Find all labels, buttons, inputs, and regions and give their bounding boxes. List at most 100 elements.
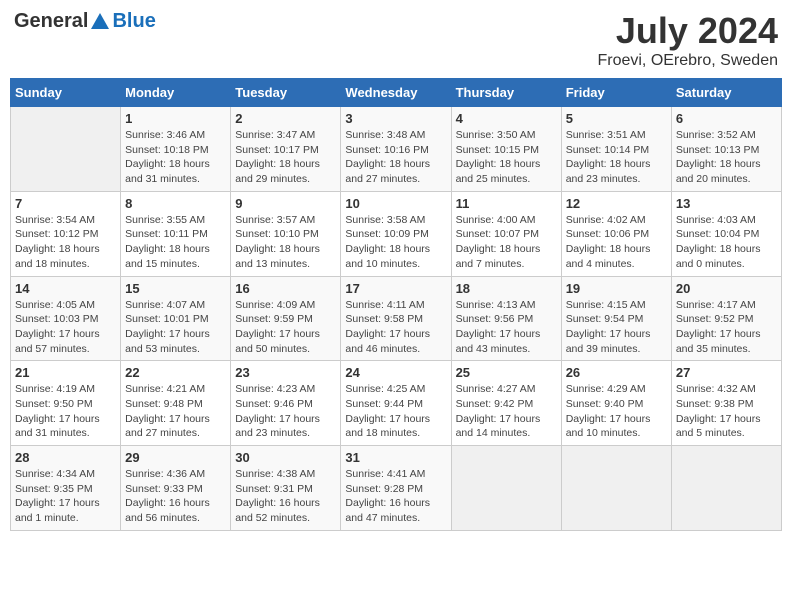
month-year: July 2024 [597,10,778,52]
weekday-header-row: SundayMondayTuesdayWednesdayThursdayFrid… [11,79,782,107]
calendar-cell [561,446,671,531]
calendar-cell: 21Sunrise: 4:19 AMSunset: 9:50 PMDayligh… [11,361,121,446]
day-number: 26 [566,365,667,380]
calendar-cell: 7Sunrise: 3:54 AMSunset: 10:12 PMDayligh… [11,191,121,276]
day-info: Sunrise: 4:41 AMSunset: 9:28 PMDaylight:… [345,467,446,526]
weekday-header-monday: Monday [121,79,231,107]
day-number: 4 [456,111,557,126]
day-number: 23 [235,365,336,380]
calendar-cell: 6 Sunrise: 3:52 AMSunset: 10:13 PMDayligh… [671,107,781,192]
page-header: General Blue July 2024 Froevi, OErebro, … [10,10,782,70]
day-number: 9 [235,196,336,211]
day-number: 18 [456,281,557,296]
day-number: 28 [15,450,116,465]
calendar-cell: 16 Sunrise: 4:09 AMSunset: 9:59 PMDayligh… [231,276,341,361]
day-info: Sunrise: 4:11 AMSunset: 9:58 PMDaylight:… [345,298,446,357]
day-number: 20 [676,281,777,296]
calendar-cell: 17 Sunrise: 4:11 AMSunset: 9:58 PMDayligh… [341,276,451,361]
calendar-cell: 29 Sunrise: 4:36 AMSunset: 9:33 PMDayligh… [121,446,231,531]
day-info: Sunrise: 4:21 AMSunset: 9:48 PMDaylight:… [125,382,226,441]
calendar-cell: 25 Sunrise: 4:27 AMSunset: 9:42 PMDayligh… [451,361,561,446]
calendar-cell: 18 Sunrise: 4:13 AMSunset: 9:56 PMDayligh… [451,276,561,361]
day-number: 16 [235,281,336,296]
calendar-cell [11,107,121,192]
calendar-cell: 8Sunrise: 3:55 AMSunset: 10:11 PMDayligh… [121,191,231,276]
logo-blue: Blue [112,10,155,33]
calendar-cell: 14Sunrise: 4:05 AMSunset: 10:03 PMDaylig… [11,276,121,361]
calendar-cell: 31 Sunrise: 4:41 AMSunset: 9:28 PMDayligh… [341,446,451,531]
day-number: 22 [125,365,226,380]
day-number: 19 [566,281,667,296]
calendar-cell: 1Sunrise: 3:46 AMSunset: 10:18 PMDayligh… [121,107,231,192]
day-info: Sunrise: 4:36 AMSunset: 9:33 PMDaylight:… [125,467,226,526]
calendar-cell: 20 Sunrise: 4:17 AMSunset: 9:52 PMDayligh… [671,276,781,361]
day-info: Sunrise: 4:13 AMSunset: 9:56 PMDaylight:… [456,298,557,357]
day-number: 27 [676,365,777,380]
day-info: Sunrise: 3:58 AMSunset: 10:09 PMDaylight… [345,213,446,272]
week-row-3: 14Sunrise: 4:05 AMSunset: 10:03 PMDaylig… [11,276,782,361]
logo-general: General [14,10,88,33]
week-row-2: 7Sunrise: 3:54 AMSunset: 10:12 PMDayligh… [11,191,782,276]
day-info: Sunrise: 4:29 AMSunset: 9:40 PMDaylight:… [566,382,667,441]
calendar-cell [671,446,781,531]
day-number: 6 [676,111,777,126]
weekday-header-saturday: Saturday [671,79,781,107]
day-number: 2 [235,111,336,126]
calendar-cell: 2 Sunrise: 3:47 AMSunset: 10:17 PMDayligh… [231,107,341,192]
day-number: 12 [566,196,667,211]
calendar-cell: 30 Sunrise: 4:38 AMSunset: 9:31 PMDayligh… [231,446,341,531]
calendar-cell: 4Sunrise: 3:50 AMSunset: 10:15 PMDayligh… [451,107,561,192]
day-info: Sunrise: 4:07 AMSunset: 10:01 PMDaylight… [125,298,226,357]
week-row-4: 21Sunrise: 4:19 AMSunset: 9:50 PMDayligh… [11,361,782,446]
day-number: 13 [676,196,777,211]
day-number: 8 [125,196,226,211]
calendar-cell: 13 Sunrise: 4:03 AMSunset: 10:04 PMDaylig… [671,191,781,276]
weekday-header-thursday: Thursday [451,79,561,107]
calendar-cell: 23 Sunrise: 4:23 AMSunset: 9:46 PMDayligh… [231,361,341,446]
day-info: Sunrise: 4:19 AMSunset: 9:50 PMDaylight:… [15,382,116,441]
week-row-1: 1Sunrise: 3:46 AMSunset: 10:18 PMDayligh… [11,107,782,192]
day-info: Sunrise: 4:15 AMSunset: 9:54 PMDaylight:… [566,298,667,357]
day-number: 10 [345,196,446,211]
calendar-cell: 11 Sunrise: 4:00 AMSunset: 10:07 PMDaylig… [451,191,561,276]
day-info: Sunrise: 4:00 AMSunset: 10:07 PMDaylight… [456,213,557,272]
location: Froevi, OErebro, Sweden [597,52,778,70]
calendar-cell: 26 Sunrise: 4:29 AMSunset: 9:40 PMDayligh… [561,361,671,446]
day-number: 7 [15,196,116,211]
day-info: Sunrise: 4:34 AMSunset: 9:35 PMDaylight:… [15,467,116,526]
day-info: Sunrise: 4:27 AMSunset: 9:42 PMDaylight:… [456,382,557,441]
day-info: Sunrise: 4:02 AMSunset: 10:06 PMDaylight… [566,213,667,272]
day-number: 17 [345,281,446,296]
day-number: 29 [125,450,226,465]
calendar-table: SundayMondayTuesdayWednesdayThursdayFrid… [10,78,782,531]
day-info: Sunrise: 3:52 AMSunset: 10:13 PMDaylight… [676,128,777,187]
weekday-header-friday: Friday [561,79,671,107]
calendar-cell: 12 Sunrise: 4:02 AMSunset: 10:06 PMDaylig… [561,191,671,276]
day-info: Sunrise: 4:09 AMSunset: 9:59 PMDaylight:… [235,298,336,357]
day-number: 24 [345,365,446,380]
day-number: 15 [125,281,226,296]
day-number: 31 [345,450,446,465]
calendar-cell: 5Sunrise: 3:51 AMSunset: 10:14 PMDayligh… [561,107,671,192]
day-info: Sunrise: 4:23 AMSunset: 9:46 PMDaylight:… [235,382,336,441]
day-info: Sunrise: 4:03 AMSunset: 10:04 PMDaylight… [676,213,777,272]
day-info: Sunrise: 3:51 AMSunset: 10:14 PMDaylight… [566,128,667,187]
day-number: 11 [456,196,557,211]
calendar-cell: 9Sunrise: 3:57 AMSunset: 10:10 PMDayligh… [231,191,341,276]
calendar-cell: 27 Sunrise: 4:32 AMSunset: 9:38 PMDayligh… [671,361,781,446]
logo: General Blue [14,10,156,33]
calendar-cell: 3Sunrise: 3:48 AMSunset: 10:16 PMDayligh… [341,107,451,192]
calendar-cell: 19 Sunrise: 4:15 AMSunset: 9:54 PMDayligh… [561,276,671,361]
day-number: 3 [345,111,446,126]
day-number: 30 [235,450,336,465]
calendar-cell: 28 Sunrise: 4:34 AMSunset: 9:35 PMDayligh… [11,446,121,531]
day-info: Sunrise: 4:38 AMSunset: 9:31 PMDaylight:… [235,467,336,526]
day-info: Sunrise: 4:32 AMSunset: 9:38 PMDaylight:… [676,382,777,441]
day-info: Sunrise: 4:05 AMSunset: 10:03 PMDaylight… [15,298,116,357]
day-info: Sunrise: 4:17 AMSunset: 9:52 PMDaylight:… [676,298,777,357]
calendar-cell [451,446,561,531]
day-number: 25 [456,365,557,380]
day-info: Sunrise: 3:47 AMSunset: 10:17 PMDaylight… [235,128,336,187]
logo-icon [89,11,111,33]
day-info: Sunrise: 4:25 AMSunset: 9:44 PMDaylight:… [345,382,446,441]
